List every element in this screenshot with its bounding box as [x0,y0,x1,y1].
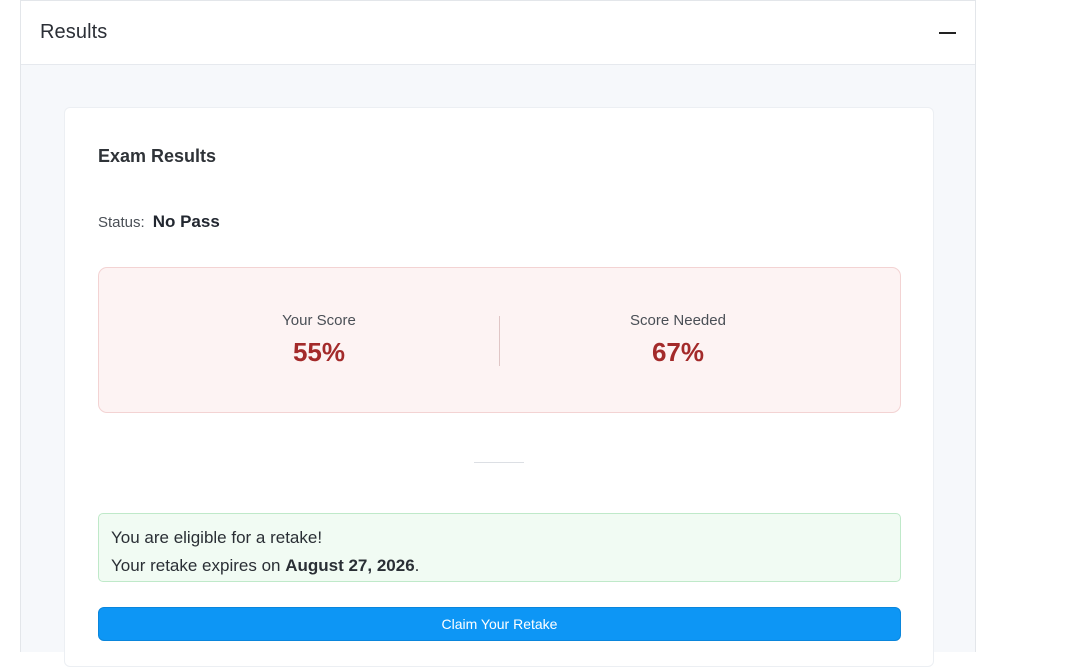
retake-expiry-prefix: Your retake expires on [111,556,286,575]
your-score-value: 55% [292,337,346,367]
status-row: Status: No Pass [98,212,220,232]
score-summary: Your Score 55% Score Needed 67% [98,267,901,413]
score-needed-value: 67% [651,337,705,367]
card-title: Exam Results [98,146,217,166]
your-score-label: Your Score [282,312,356,329]
claim-retake-button[interactable]: Claim Your Retake [98,607,901,641]
collapse-button[interactable] [935,19,961,47]
results-panel: Results Exam Results Status: No Pass You… [20,0,976,667]
divider [474,462,524,463]
retake-expiry-suffix: . [414,556,420,575]
retake-notice: You are eligible for a retake! Your reta… [98,513,901,582]
retake-expiry-date: August 27, 2026 [285,556,415,575]
exam-results-card: Exam Results Status: No Pass Your Score … [64,107,934,667]
score-divider [499,316,500,366]
minus-icon [939,32,956,34]
retake-expiry-text: Your retake expires on August 27, 2026. [111,552,888,580]
score-needed-label: Score Needed [630,312,726,329]
your-score: Your Score 55% [194,312,444,368]
status-value: No Pass [152,212,220,231]
status-label: Status: [98,214,145,231]
panel-header[interactable]: Results [21,1,975,65]
panel-title: Results [40,21,108,43]
score-needed: Score Needed 67% [553,312,803,368]
retake-eligible-text: You are eligible for a retake! [111,528,323,547]
